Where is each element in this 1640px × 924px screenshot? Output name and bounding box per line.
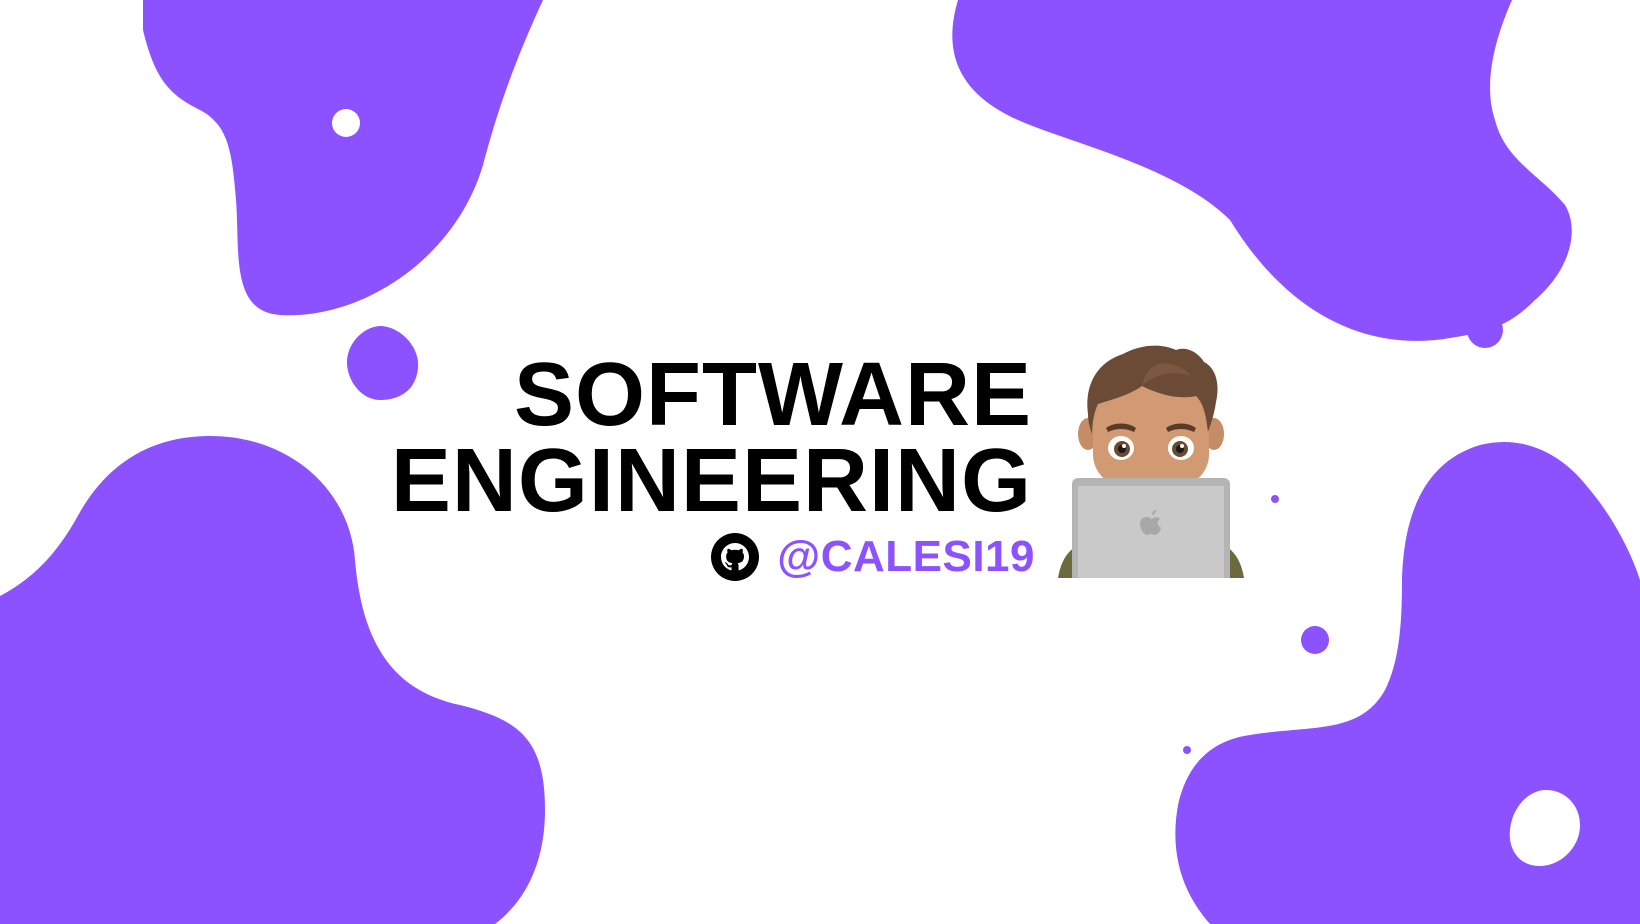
dot-purple-small-bottom [1183, 746, 1191, 754]
github-handle[interactable]: @CALESI19 [777, 532, 1035, 582]
dot-white-top-left [332, 109, 360, 137]
title-line-2: ENGINEERING [390, 431, 1032, 531]
memoji-laptop-icon [1058, 345, 1244, 578]
banner-canvas: SOFTWARE ENGINEERING @CALESI19 [0, 0, 1640, 924]
dot-purple-top-right [1467, 312, 1503, 348]
blob-top-left [143, 0, 543, 316]
title-line-1: SOFTWARE [514, 345, 1032, 445]
social-handle-row[interactable]: @CALESI19 [711, 532, 1035, 582]
dot-purple-mid-right [1271, 495, 1279, 503]
blob-top-right [952, 0, 1572, 341]
dot-purple-large [1301, 626, 1329, 654]
blob-bottom-right [1175, 442, 1640, 924]
github-icon [711, 533, 760, 581]
title-block: SOFTWARE ENGINEERING [390, 345, 1032, 531]
